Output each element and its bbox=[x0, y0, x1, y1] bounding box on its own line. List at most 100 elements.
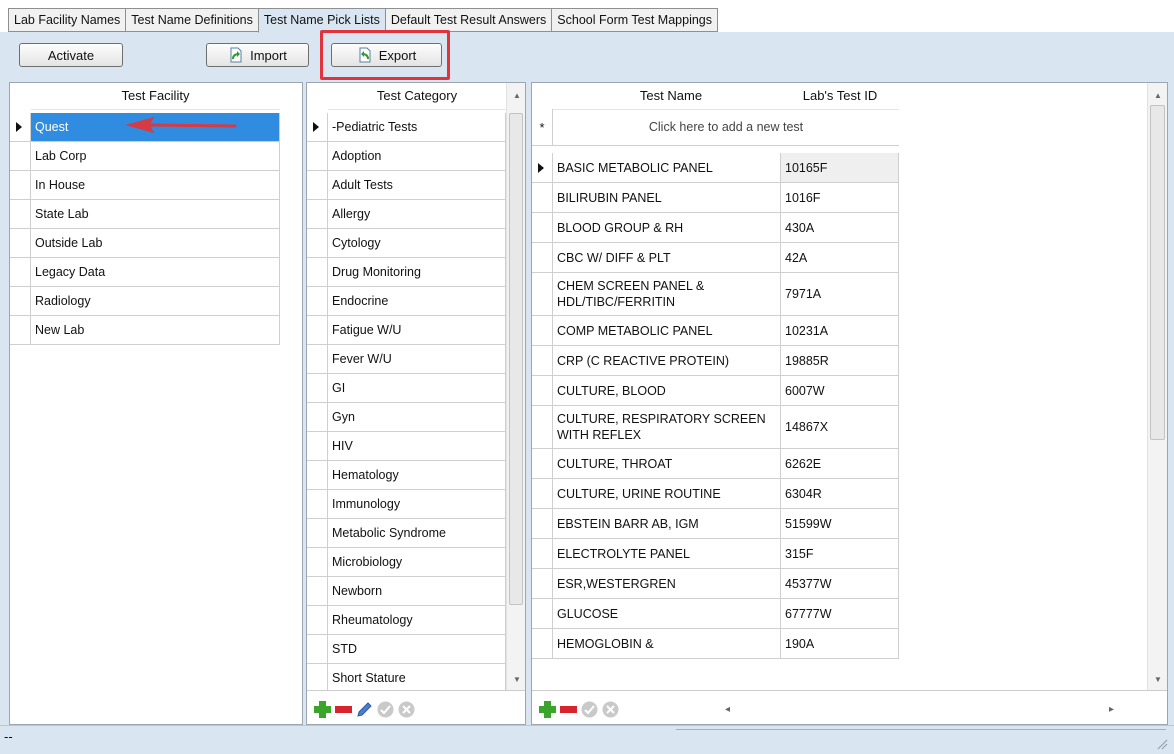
category-row[interactable]: Newborn bbox=[307, 577, 506, 606]
test-row[interactable]: GLUCOSE 67777W bbox=[532, 599, 899, 629]
test-row[interactable]: CULTURE, THROAT 6262E bbox=[532, 449, 899, 479]
add-new-test-prompt[interactable]: Click here to add a new test bbox=[553, 109, 899, 146]
scroll-right-icon[interactable]: ▸ bbox=[1109, 704, 1114, 715]
row-header[interactable] bbox=[532, 346, 553, 376]
tests-scroll-thumb[interactable] bbox=[1150, 105, 1165, 440]
lab-test-id-cell[interactable]: 315F bbox=[781, 539, 899, 569]
facility-name[interactable]: Radiology bbox=[31, 287, 280, 316]
category-row[interactable]: Fever W/U bbox=[307, 345, 506, 374]
row-header[interactable] bbox=[307, 548, 328, 577]
row-header[interactable] bbox=[307, 258, 328, 287]
row-header[interactable] bbox=[307, 142, 328, 171]
row-header[interactable] bbox=[532, 509, 553, 539]
category-name[interactable]: Gyn bbox=[328, 403, 506, 432]
remove-category-icon[interactable] bbox=[334, 700, 353, 719]
test-name-cell[interactable]: EBSTEIN BARR AB, IGM bbox=[553, 509, 781, 539]
row-header[interactable] bbox=[307, 606, 328, 635]
lab-test-id-cell[interactable]: 10165F bbox=[781, 153, 899, 183]
activate-button[interactable]: Activate bbox=[19, 43, 123, 67]
category-scroll-thumb[interactable] bbox=[509, 113, 523, 605]
test-name-cell[interactable]: CULTURE, BLOOD bbox=[553, 376, 781, 406]
test-name-cell[interactable]: CULTURE, THROAT bbox=[553, 449, 781, 479]
lab-test-id-cell[interactable]: 6262E bbox=[781, 449, 899, 479]
import-button[interactable]: Import bbox=[206, 43, 309, 67]
confirm-test-icon[interactable] bbox=[580, 700, 599, 719]
scroll-up-icon[interactable]: ▲ bbox=[513, 91, 521, 100]
category-name[interactable]: -Pediatric Tests bbox=[328, 113, 506, 142]
row-header[interactable] bbox=[532, 599, 553, 629]
test-row[interactable]: CBC W/ DIFF & PLT 42A bbox=[532, 243, 899, 273]
scroll-down-icon[interactable]: ▼ bbox=[513, 675, 521, 684]
category-row[interactable]: STD bbox=[307, 635, 506, 664]
facility-row[interactable]: Outside Lab bbox=[10, 229, 280, 258]
test-name-cell[interactable]: CHEM SCREEN PANEL & HDL/TIBC/FERRITIN bbox=[553, 273, 781, 316]
test-name-cell[interactable]: CBC W/ DIFF & PLT bbox=[553, 243, 781, 273]
lab-test-id-cell[interactable]: 10231A bbox=[781, 316, 899, 346]
add-test-icon[interactable] bbox=[538, 700, 557, 719]
category-name[interactable]: Rheumatology bbox=[328, 606, 506, 635]
tests-scrollbar[interactable]: ▲ ▼ bbox=[1147, 83, 1167, 690]
facility-row[interactable]: Radiology bbox=[10, 287, 280, 316]
row-header[interactable] bbox=[532, 406, 553, 449]
add-category-icon[interactable] bbox=[313, 700, 332, 719]
test-row[interactable]: CHEM SCREEN PANEL & HDL/TIBC/FERRITIN 797… bbox=[532, 273, 899, 316]
row-header[interactable] bbox=[10, 287, 31, 316]
category-row[interactable]: Allergy bbox=[307, 200, 506, 229]
row-header[interactable] bbox=[10, 316, 31, 345]
cancel-test-icon[interactable] bbox=[601, 700, 620, 719]
category-row[interactable]: Short Stature bbox=[307, 664, 506, 693]
edit-category-icon[interactable] bbox=[355, 700, 374, 719]
tab-test-name-definitions[interactable]: Test Name Definitions bbox=[125, 8, 259, 32]
row-header[interactable] bbox=[532, 569, 553, 599]
test-row[interactable]: COMP METABOLIC PANEL 10231A bbox=[532, 316, 899, 346]
row-header[interactable] bbox=[307, 577, 328, 606]
category-scrollbar[interactable]: ▲ ▼ bbox=[506, 83, 525, 690]
row-header[interactable] bbox=[307, 287, 328, 316]
category-row[interactable]: Drug Monitoring bbox=[307, 258, 506, 287]
category-name[interactable]: Fatigue W/U bbox=[328, 316, 506, 345]
category-row[interactable]: Immunology bbox=[307, 490, 506, 519]
tests-scroll-up-icon[interactable]: ▲ bbox=[1154, 91, 1162, 100]
test-name-cell[interactable]: BASIC METABOLIC PANEL bbox=[553, 153, 781, 183]
row-header[interactable] bbox=[532, 183, 553, 213]
category-name[interactable]: Hematology bbox=[328, 461, 506, 490]
lab-test-id-cell[interactable]: 14867X bbox=[781, 406, 899, 449]
row-header[interactable] bbox=[532, 316, 553, 346]
facility-row[interactable]: State Lab bbox=[10, 200, 280, 229]
row-header[interactable] bbox=[307, 635, 328, 664]
row-header[interactable] bbox=[307, 229, 328, 258]
category-name[interactable]: Endocrine bbox=[328, 287, 506, 316]
test-row[interactable]: CULTURE, RESPIRATORY SCREEN WITH REFLEX 1… bbox=[532, 406, 899, 449]
category-row[interactable]: Adult Tests bbox=[307, 171, 506, 200]
tab-lab-facility-names[interactable]: Lab Facility Names bbox=[8, 8, 127, 32]
lab-test-id-cell[interactable]: 430A bbox=[781, 213, 899, 243]
row-header[interactable] bbox=[307, 461, 328, 490]
new-test-row[interactable]: * Click here to add a new test bbox=[532, 109, 899, 146]
lab-test-id-cell[interactable]: 6007W bbox=[781, 376, 899, 406]
row-header[interactable] bbox=[10, 113, 31, 142]
test-name-cell[interactable]: BILIRUBIN PANEL bbox=[553, 183, 781, 213]
test-row[interactable]: CULTURE, BLOOD 6007W bbox=[532, 376, 899, 406]
test-row[interactable]: BLOOD GROUP & RH 430A bbox=[532, 213, 899, 243]
row-header[interactable] bbox=[532, 479, 553, 509]
category-name[interactable]: STD bbox=[328, 635, 506, 664]
row-header[interactable] bbox=[10, 142, 31, 171]
facility-row[interactable]: Legacy Data bbox=[10, 258, 280, 287]
row-header[interactable] bbox=[307, 374, 328, 403]
row-header[interactable] bbox=[10, 258, 31, 287]
test-row[interactable]: HEMOGLOBIN & 190A bbox=[532, 629, 899, 659]
test-row[interactable]: BILIRUBIN PANEL 1016F bbox=[532, 183, 899, 213]
row-header[interactable] bbox=[10, 171, 31, 200]
test-name-cell[interactable]: HEMOGLOBIN & bbox=[553, 629, 781, 659]
row-header[interactable] bbox=[532, 243, 553, 273]
resize-grip-icon[interactable] bbox=[1156, 738, 1168, 750]
row-header[interactable] bbox=[307, 519, 328, 548]
cancel-category-icon[interactable] bbox=[397, 700, 416, 719]
row-header[interactable] bbox=[532, 376, 553, 406]
row-header[interactable] bbox=[307, 432, 328, 461]
facility-row[interactable]: In House bbox=[10, 171, 280, 200]
row-header[interactable] bbox=[10, 229, 31, 258]
category-row[interactable]: Microbiology bbox=[307, 548, 506, 577]
lab-test-id-cell[interactable]: 51599W bbox=[781, 509, 899, 539]
tab-default-test-result-answers[interactable]: Default Test Result Answers bbox=[384, 8, 553, 32]
